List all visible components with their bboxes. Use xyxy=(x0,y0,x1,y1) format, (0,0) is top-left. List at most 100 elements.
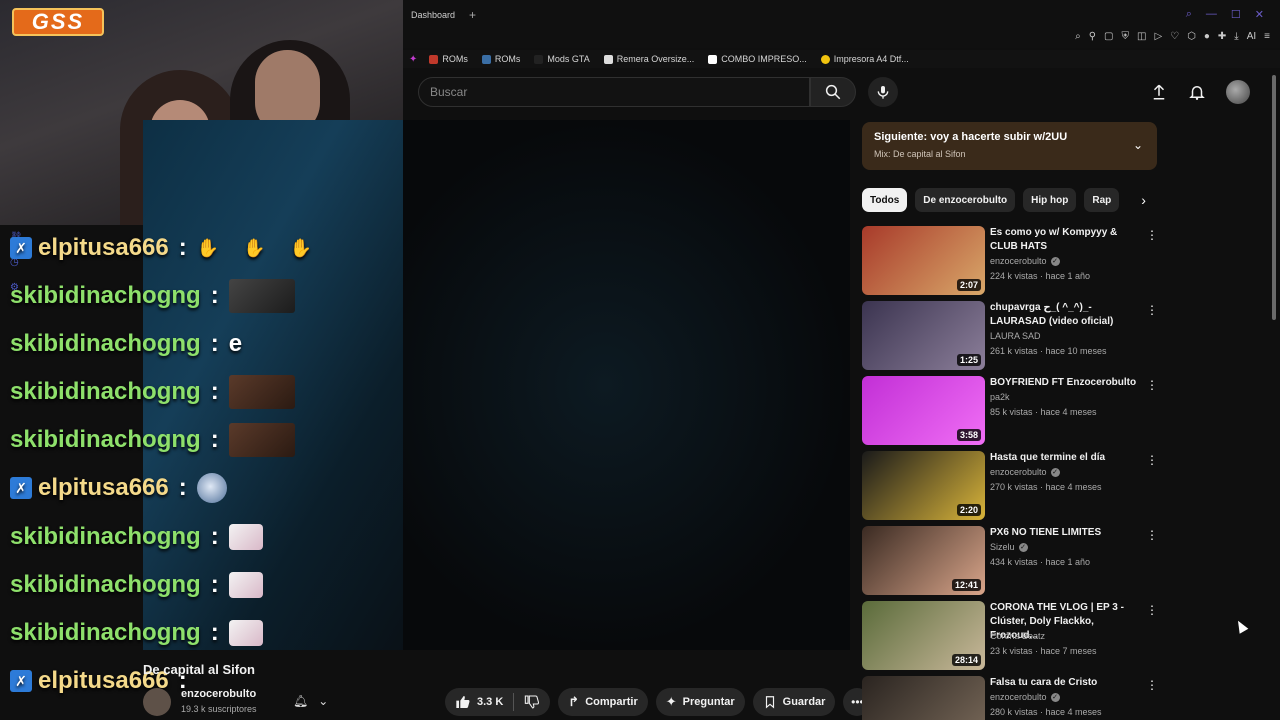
play-icon[interactable]: ▷ xyxy=(1154,31,1162,42)
scrollbar-thumb[interactable] xyxy=(1272,75,1276,320)
save-button[interactable]: Guardar xyxy=(752,688,836,716)
video-thumbnail[interactable]: 2:20 xyxy=(862,451,985,520)
profile-icon[interactable]: ● xyxy=(1204,31,1210,42)
upload-icon[interactable] xyxy=(1150,83,1168,101)
chip-de-enzocerobulto[interactable]: De enzocerobulto xyxy=(915,188,1016,212)
chevron-right-icon[interactable]: › xyxy=(1141,192,1146,208)
video-meta: 280 k vistas · hace 4 meses xyxy=(990,707,1102,717)
video-title[interactable]: chupavrga ح_( ^_^)_- LAURASAD (video ofi… xyxy=(990,301,1140,329)
channel-name[interactable]: Sizelu xyxy=(990,542,1015,552)
like-button[interactable]: 3.3 K xyxy=(455,694,503,710)
voice-search-button[interactable] xyxy=(868,77,898,107)
more-vert-icon[interactable]: ⋮ xyxy=(1146,528,1158,542)
video-title[interactable]: Es como yo w/ Kompyyy & CLUB HATS xyxy=(990,226,1140,254)
video-title[interactable]: Hasta que termine el día xyxy=(990,451,1140,465)
more-vert-icon[interactable]: ⋮ xyxy=(1146,603,1158,617)
shield-icon[interactable]: ⛨ xyxy=(1121,31,1129,42)
search-icon[interactable]: ⌕ xyxy=(1186,8,1192,21)
channel-avatar[interactable] xyxy=(143,688,171,716)
bookmark-favicon-icon xyxy=(481,54,491,64)
video-meta: 261 k vistas · hace 10 meses xyxy=(990,346,1107,356)
heart-icon[interactable]: ♡ xyxy=(1170,31,1179,42)
ai-button[interactable]: AI xyxy=(1247,31,1256,42)
bookmark-label: COMBO IMPRESO... xyxy=(721,54,807,64)
video-thumbnail[interactable]: 2:07 xyxy=(862,226,985,295)
channel-name[interactable]: Corona Beatz xyxy=(990,631,1045,641)
video-title[interactable]: BOYFRIEND FT Enzocerobulto xyxy=(990,376,1140,390)
bookmark-roms-1[interactable]: ROMs xyxy=(429,54,468,64)
menu-icon[interactable]: ≡ xyxy=(1264,31,1270,42)
channel-name[interactable]: LAURA SAD xyxy=(990,331,1041,341)
video-player[interactable] xyxy=(403,120,850,650)
account-avatar[interactable] xyxy=(1226,80,1250,104)
minimize-icon[interactable]: — xyxy=(1206,8,1217,21)
bookmark-icon xyxy=(765,696,774,709)
bell-icon: 🔔︎ xyxy=(293,694,309,708)
channel-name[interactable]: enzocerobulto xyxy=(181,688,256,700)
recommendation-item[interactable]: 3:58 BOYFRIEND FT Enzocerobulto pa2k 85 k v… xyxy=(862,376,1162,446)
channel-name[interactable]: enzocerobulto xyxy=(990,692,1047,702)
search-input[interactable]: Buscar xyxy=(418,77,810,107)
video-title[interactable]: PX6 NO TIENE LIMITES xyxy=(990,526,1140,540)
more-vert-icon[interactable]: ⋮ xyxy=(1146,678,1158,692)
video-thumbnail[interactable]: 3:58 xyxy=(862,376,985,445)
chip-rap[interactable]: Rap xyxy=(1084,188,1120,212)
zoom-icon[interactable]: ⌕ xyxy=(1075,31,1081,42)
share-button[interactable]: ↱ Compartir xyxy=(558,688,648,716)
pin-icon[interactable]: ⚲ xyxy=(1089,31,1096,42)
video-thumbnail[interactable] xyxy=(862,676,985,720)
video-meta: 270 k vistas · hace 4 meses xyxy=(990,482,1102,492)
bookmark-remera[interactable]: Remera Oversize... xyxy=(603,54,694,64)
bookmark-label: ROMs xyxy=(494,54,521,64)
extension-icon[interactable]: ⬡ xyxy=(1187,31,1196,42)
close-icon[interactable]: ✕ xyxy=(1255,8,1264,21)
bookmark-impresora[interactable]: Impresora A4 Dtf... xyxy=(820,54,909,64)
cat-emote-icon xyxy=(228,524,263,550)
bookmark-combo[interactable]: COMBO IMPRESO... xyxy=(708,54,807,64)
more-vert-icon[interactable]: ⋮ xyxy=(1146,453,1158,467)
bookmark-sidebar-icon[interactable]: ✦ xyxy=(409,54,417,65)
video-title[interactable]: Falsa tu cara de Cristo xyxy=(990,676,1140,690)
bookmark-favicon-icon xyxy=(820,54,830,64)
channel-name[interactable]: enzocerobulto xyxy=(990,467,1047,477)
scrollbar[interactable] xyxy=(1272,75,1278,715)
subscription-bell[interactable]: 🔔︎ ⌄ xyxy=(293,694,328,708)
recommendation-item[interactable]: 2:07 Es como yo w/ Kompyyy & CLUB HATS enz… xyxy=(862,226,1162,296)
video-thumbnail[interactable]: 12:41 xyxy=(862,526,985,595)
cube-icon[interactable]: ◫ xyxy=(1137,31,1146,42)
video-thumbnail[interactable]: 1:25 xyxy=(862,301,985,370)
chip-hip-hop[interactable]: Hip hop xyxy=(1023,188,1077,212)
bookmark-roms-2[interactable]: ROMs xyxy=(481,54,521,64)
recommendation-item[interactable]: 12:41 PX6 NO TIENE LIMITES Sizelu ✓ 434 k vi… xyxy=(862,526,1162,596)
verified-check-icon: ✓ xyxy=(1018,542,1028,552)
thumbs-down-icon[interactable] xyxy=(524,694,540,710)
channel-name[interactable]: pa2k xyxy=(990,392,1010,402)
notifications-bell-icon[interactable] xyxy=(1188,83,1206,101)
video-thumbnail[interactable]: 28:14 xyxy=(862,601,985,670)
channel-name[interactable]: enzocerobulto xyxy=(990,256,1047,266)
ask-button[interactable]: ✦ Preguntar xyxy=(655,688,745,716)
recommendation-item[interactable]: 1:25 chupavrga ح_( ^_^)_- LAURASAD (video… xyxy=(862,301,1162,371)
recommendation-item[interactable]: Falsa tu cara de Cristo enzocerobulto ✓ 280… xyxy=(862,676,1162,720)
download-icon[interactable]: ⤓ xyxy=(1234,31,1238,42)
tab-dashboard[interactable]: Dashboard xyxy=(405,10,461,20)
cat-emote-icon xyxy=(228,572,263,598)
puzzle-icon[interactable]: ✚ xyxy=(1218,31,1226,42)
microphone-icon xyxy=(877,86,889,99)
maximize-icon[interactable]: ☐ xyxy=(1231,8,1241,21)
chip-todos[interactable]: Todos xyxy=(862,188,908,212)
recommendation-item[interactable]: 2:20 Hasta que termine el día enzocerobult… xyxy=(862,451,1162,521)
more-vert-icon[interactable]: ⋮ xyxy=(1146,378,1158,392)
bookmark-mods-gta[interactable]: Mods GTA xyxy=(534,54,590,64)
recommendation-item[interactable]: 28:14 CORONA THE VLOG | EP 3 - Clúster, D… xyxy=(862,601,1162,671)
chat-message: skibidinachogng : xyxy=(10,613,263,653)
chevron-down-icon[interactable]: ⌄ xyxy=(1133,138,1143,152)
crop-icon[interactable]: ▢ xyxy=(1104,31,1113,42)
up-next-card[interactable]: Siguiente: voy a hacerte subir w/2UU Mix… xyxy=(862,122,1157,170)
more-vert-icon[interactable]: ⋮ xyxy=(1146,303,1158,317)
search-button[interactable] xyxy=(810,77,856,107)
new-tab-button[interactable]: + xyxy=(469,8,476,22)
hands-emote-icon: ✋✋✋ xyxy=(196,237,336,258)
chat-colon: : xyxy=(210,378,219,405)
more-vert-icon[interactable]: ⋮ xyxy=(1146,228,1158,242)
